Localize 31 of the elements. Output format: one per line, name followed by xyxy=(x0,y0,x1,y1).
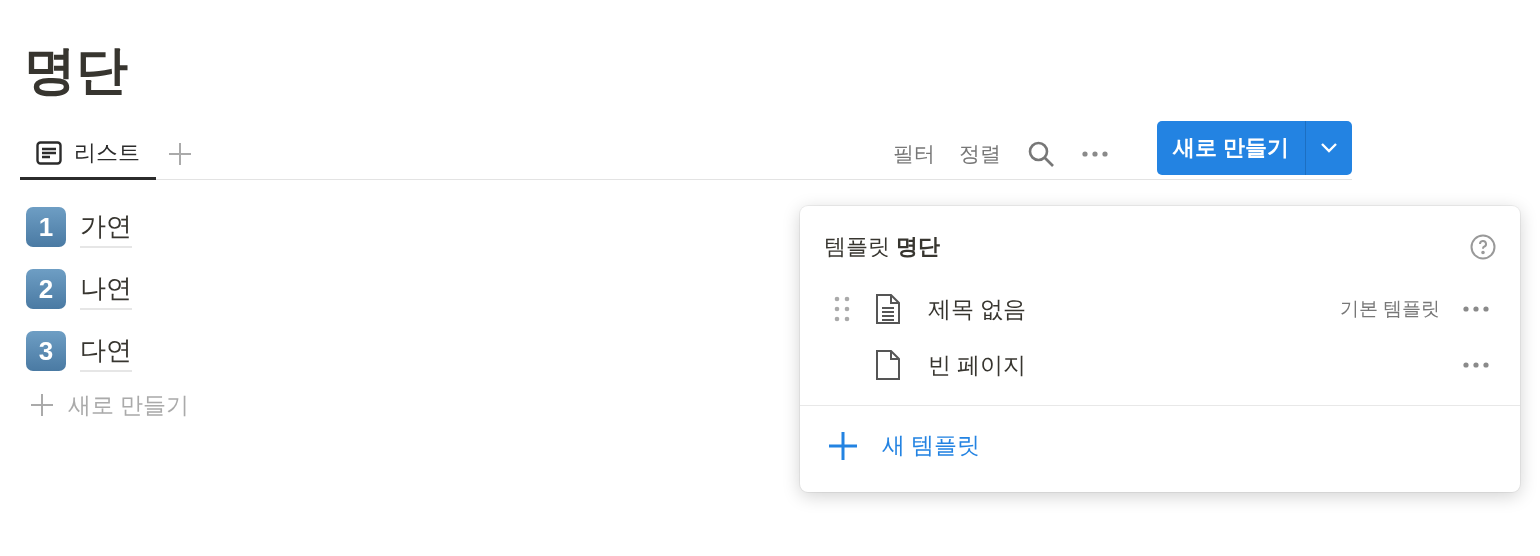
template-item[interactable]: 제목 없음 기본 템플릿 xyxy=(800,281,1520,337)
template-item[interactable]: 빈 페이지 xyxy=(800,337,1520,393)
more-icon[interactable] xyxy=(1080,149,1109,158)
row-title[interactable]: 나연 xyxy=(80,268,132,310)
new-split-button[interactable]: 새로 만들기 xyxy=(1156,120,1352,175)
help-icon[interactable] xyxy=(1470,233,1496,260)
template-title: 제목 없음 xyxy=(928,294,1027,324)
new-template-button[interactable]: 새 템플릿 xyxy=(882,428,981,463)
plus-icon xyxy=(30,393,54,418)
drag-handle-icon[interactable] xyxy=(834,296,850,322)
search-icon[interactable] xyxy=(1026,139,1055,168)
filter-button[interactable]: 필터 xyxy=(892,137,935,170)
new-button-label[interactable]: 새로 만들기 xyxy=(1156,131,1305,164)
add-view-icon[interactable] xyxy=(168,141,192,166)
row-title[interactable]: 가연 xyxy=(80,206,132,248)
page-title: 명단 xyxy=(24,40,128,101)
number-badge: 3 xyxy=(26,331,66,371)
row-title[interactable]: 다연 xyxy=(80,330,132,372)
template-title: 빈 페이지 xyxy=(928,350,1027,380)
sort-button[interactable]: 정렬 xyxy=(958,137,1001,170)
document-icon xyxy=(876,294,900,324)
default-template-label: 기본 템플릿 xyxy=(1339,296,1440,321)
view-tab[interactable]: 리스트 xyxy=(20,128,156,180)
blank-page-icon xyxy=(876,350,900,380)
number-badge: 1 xyxy=(26,207,66,247)
list-view-icon xyxy=(36,140,62,165)
number-badge: 2 xyxy=(26,269,66,309)
more-icon[interactable] xyxy=(1462,305,1490,313)
menu-heading: 템플릿 명단 xyxy=(824,233,941,261)
more-icon[interactable] xyxy=(1462,361,1490,369)
plus-icon xyxy=(828,430,858,461)
